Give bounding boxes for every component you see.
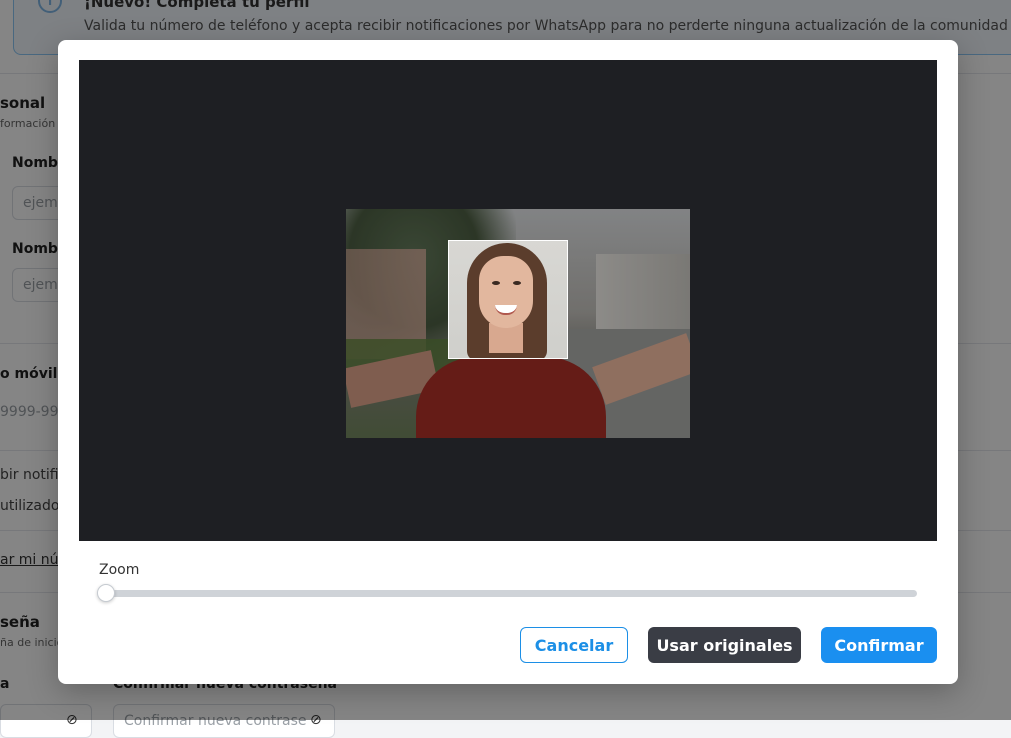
crop-selection-box[interactable] (448, 240, 568, 359)
zoom-slider[interactable] (97, 584, 917, 602)
selfie-photo (346, 209, 690, 438)
image-crop-dialog: Zoom Cancelar Usar originales Confirmar (58, 40, 958, 684)
use-original-button[interactable]: Usar originales (648, 627, 801, 663)
zoom-label: Zoom (99, 562, 140, 578)
crop-canvas[interactable] (79, 60, 937, 541)
confirm-button[interactable]: Confirmar (821, 627, 937, 663)
cancel-button[interactable]: Cancelar (520, 627, 628, 663)
zoom-slider-thumb[interactable] (97, 584, 115, 602)
